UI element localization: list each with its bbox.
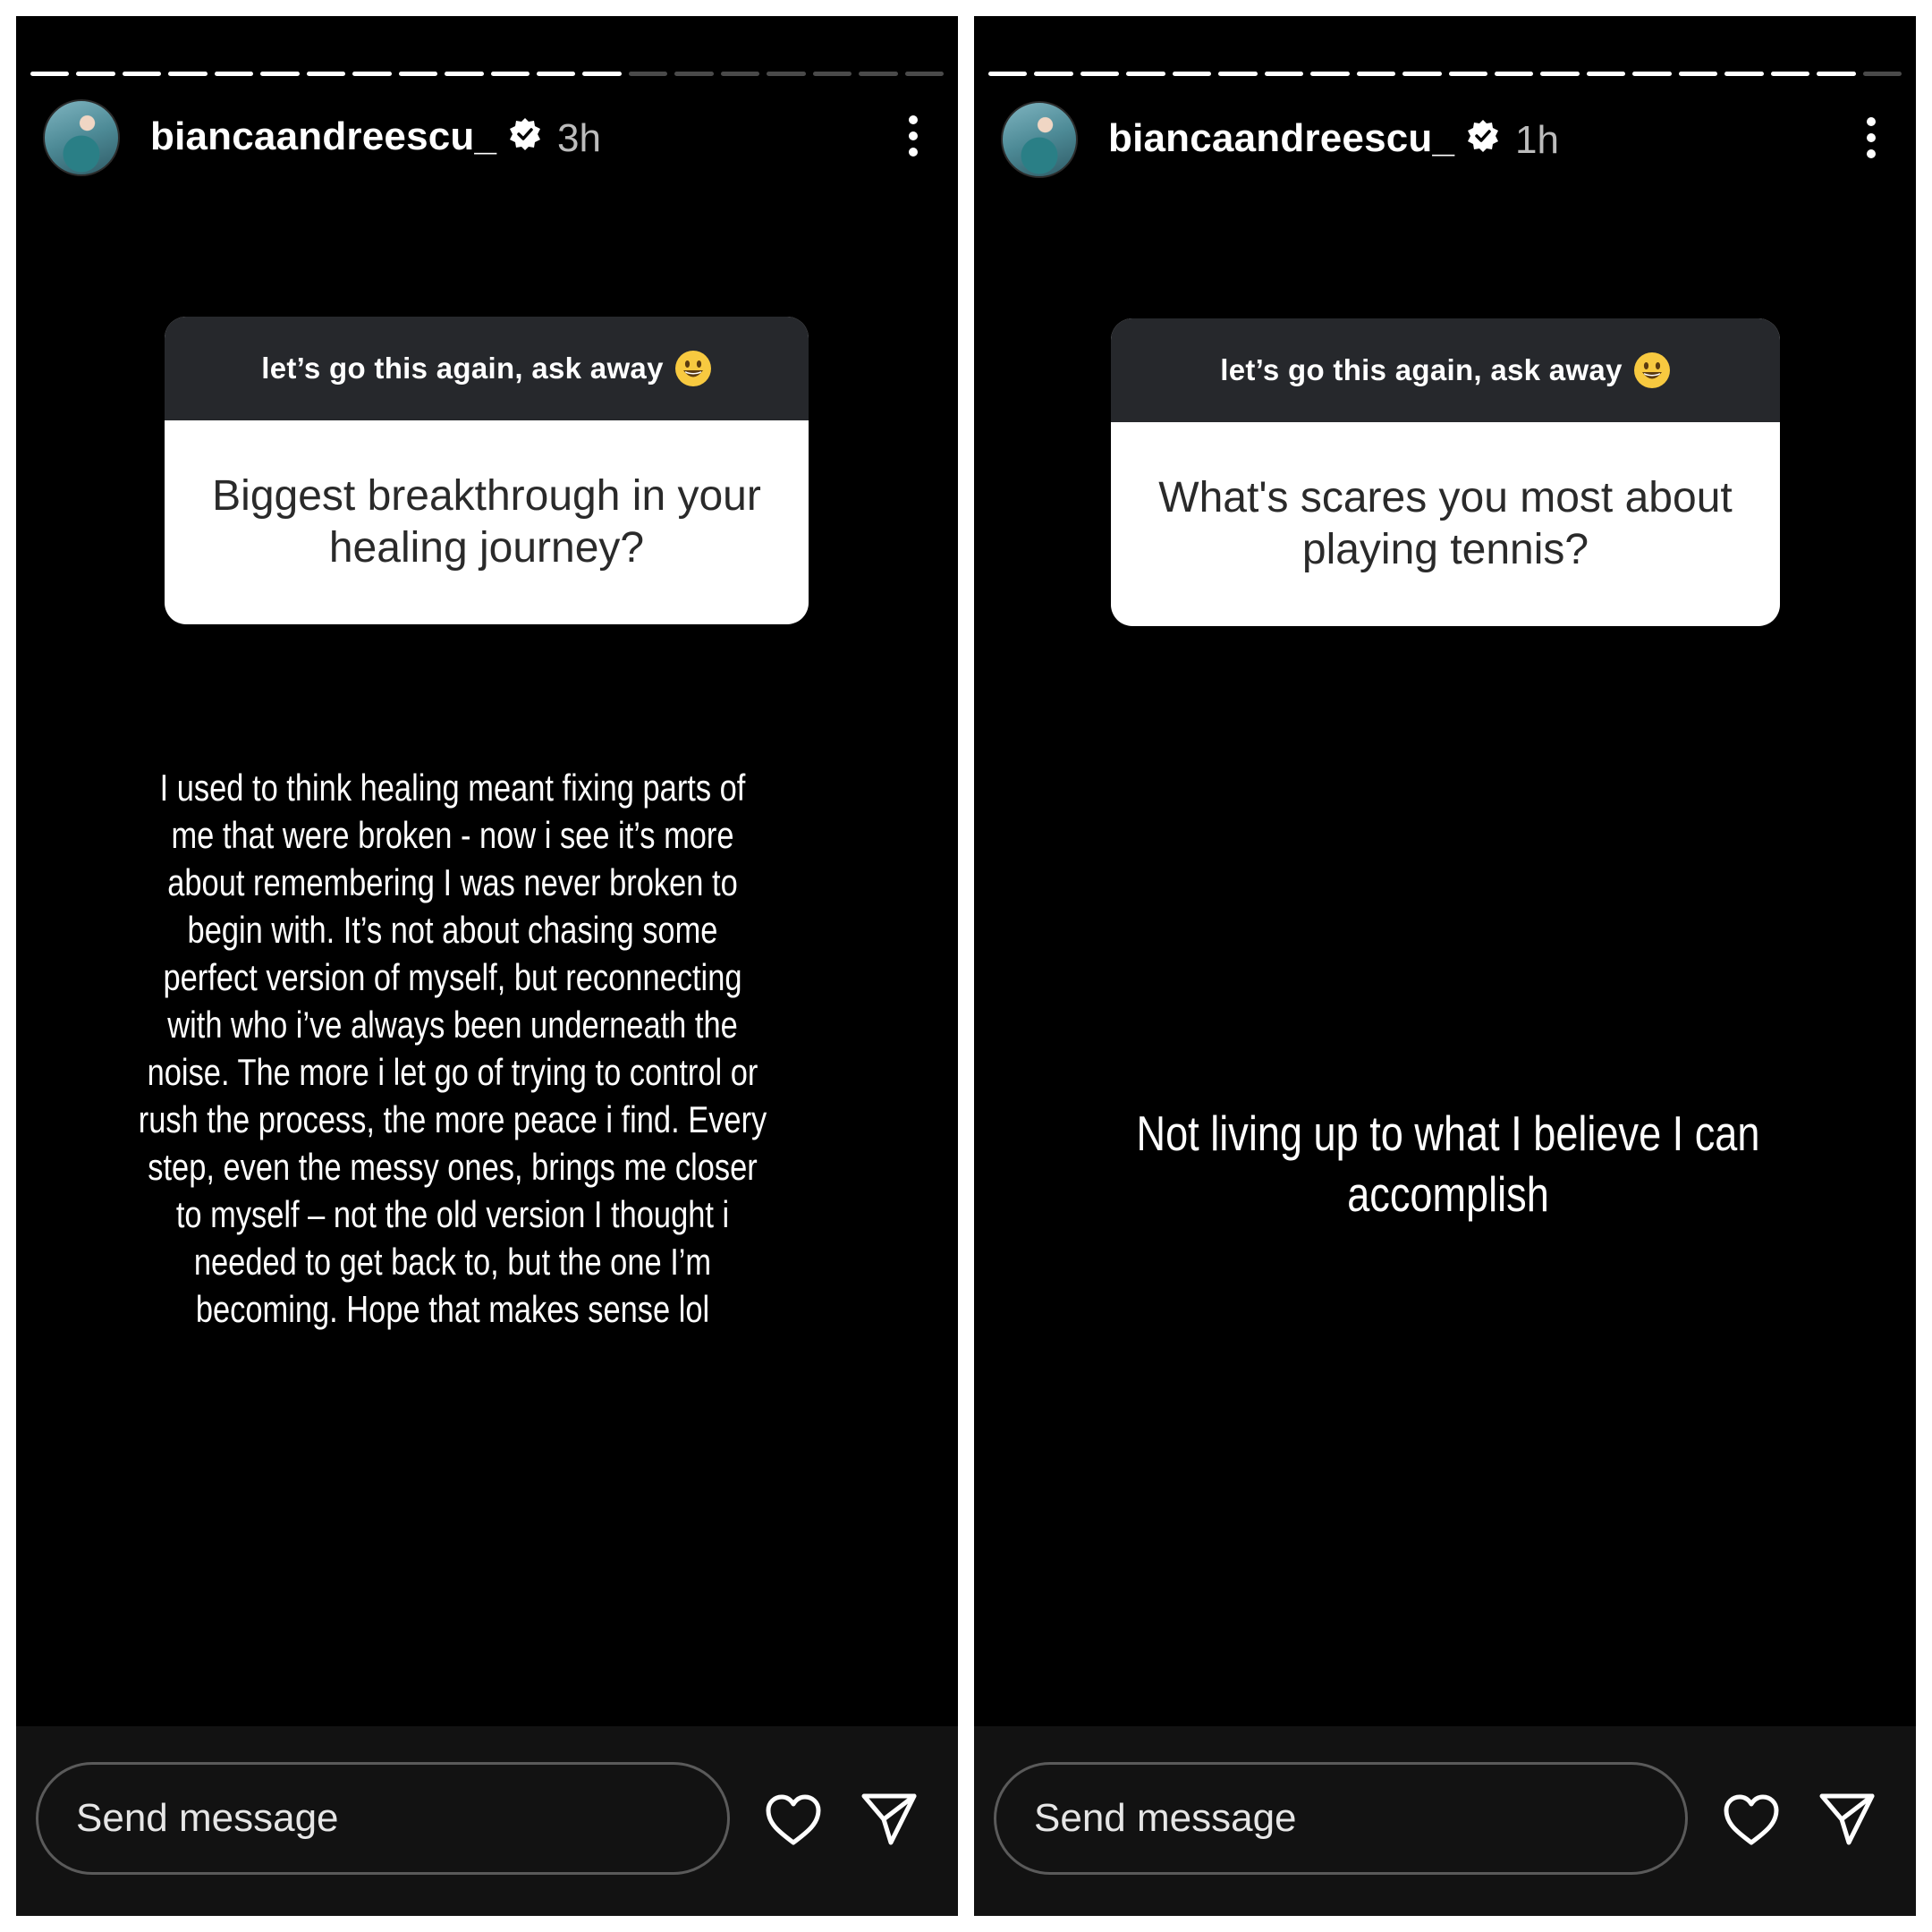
progress-segment	[1034, 72, 1073, 76]
progress-segment	[1172, 72, 1212, 76]
story-footer: Send message	[974, 1726, 1916, 1916]
progress-segment	[582, 72, 622, 76]
progress-segment	[1218, 72, 1258, 76]
verified-badge-icon	[510, 118, 540, 150]
progress-segment	[214, 72, 254, 76]
progress-segment	[1770, 72, 1810, 76]
avatar[interactable]	[1001, 101, 1078, 178]
send-message-input[interactable]: Send message	[36, 1762, 730, 1875]
progress-segment	[720, 72, 760, 76]
send-message-input[interactable]: Send message	[994, 1762, 1688, 1875]
progress-segment	[490, 72, 530, 76]
heart-icon[interactable]	[764, 1792, 823, 1848]
post-time: 1h	[1515, 118, 1559, 162]
progress-segment	[904, 72, 945, 76]
progress-segment	[988, 72, 1028, 76]
progress-segment	[30, 72, 70, 76]
progress-segment	[1356, 72, 1396, 76]
progress-segment	[1724, 72, 1764, 76]
progress-segment	[122, 72, 162, 76]
progress-segment	[76, 72, 115, 76]
progress-segment	[1402, 72, 1442, 76]
progress-segment	[767, 72, 806, 76]
progress-segment	[260, 72, 300, 76]
progress-segment	[1494, 72, 1534, 76]
progress-segment	[1678, 72, 1718, 76]
progress-segment	[536, 72, 576, 76]
story-footer: Send message	[16, 1726, 958, 1916]
question-sticker-header: let’s go this again, ask away	[1111, 318, 1780, 422]
progress-segment	[1586, 72, 1626, 76]
progress-segment	[1126, 72, 1165, 76]
question-text: Biggest breakthrough in your healing jou…	[212, 472, 761, 572]
progress-segment	[859, 72, 898, 76]
more-options-icon[interactable]	[895, 109, 931, 163]
story-panel-right: biancaandreescu_ 1h let’s go this again,…	[974, 16, 1916, 1916]
post-time: 3h	[557, 116, 601, 160]
question-sticker-header: let’s go this again, ask away	[165, 317, 809, 420]
username[interactable]: biancaandreescu_	[1108, 116, 1454, 161]
username[interactable]: biancaandreescu_	[150, 114, 496, 159]
progress-segment	[445, 72, 484, 76]
story-progress-bar	[30, 72, 945, 77]
send-icon[interactable]	[1817, 1791, 1877, 1848]
progress-segment	[1540, 72, 1580, 76]
question-sticker[interactable]: let’s go this again, ask away Biggest br…	[165, 317, 809, 624]
progress-segment	[1310, 72, 1350, 76]
question-text: What's scares you most about playing ten…	[1158, 474, 1733, 573]
progress-segment	[306, 72, 346, 76]
verified-badge-icon	[1468, 120, 1498, 152]
progress-segment	[352, 72, 392, 76]
send-icon[interactable]	[859, 1791, 919, 1848]
progress-segment	[398, 72, 438, 76]
question-sticker[interactable]: let’s go this again, ask away What's sca…	[1111, 318, 1780, 626]
answer-text: I used to think healing meant fixing par…	[138, 767, 767, 1330]
progress-segment	[168, 72, 208, 76]
heart-icon[interactable]	[1722, 1792, 1781, 1848]
story-panel-left: biancaandreescu_ 3h let’s go this again,…	[16, 16, 958, 1916]
story-header: biancaandreescu_ 1h	[1001, 98, 1889, 179]
smiley-emoji-icon	[674, 351, 711, 386]
smiley-emoji-icon	[1633, 352, 1670, 388]
progress-segment	[1862, 72, 1902, 76]
progress-segment	[1448, 72, 1487, 76]
progress-segment	[1817, 72, 1856, 76]
progress-segment	[812, 72, 852, 76]
progress-segment	[674, 72, 714, 76]
progress-segment	[628, 72, 668, 76]
avatar[interactable]	[43, 99, 120, 176]
story-progress-bar	[988, 72, 1902, 77]
question-sticker-prompt: let’s go this again, ask away	[261, 352, 664, 385]
progress-segment	[1080, 72, 1120, 76]
progress-segment	[1632, 72, 1672, 76]
story-header: biancaandreescu_ 3h	[43, 97, 931, 177]
answer-text: Not living up to what I believe I can ac…	[1136, 1106, 1760, 1222]
more-options-icon[interactable]	[1853, 111, 1889, 165]
question-sticker-prompt: let’s go this again, ask away	[1220, 353, 1623, 386]
progress-segment	[1264, 72, 1304, 76]
